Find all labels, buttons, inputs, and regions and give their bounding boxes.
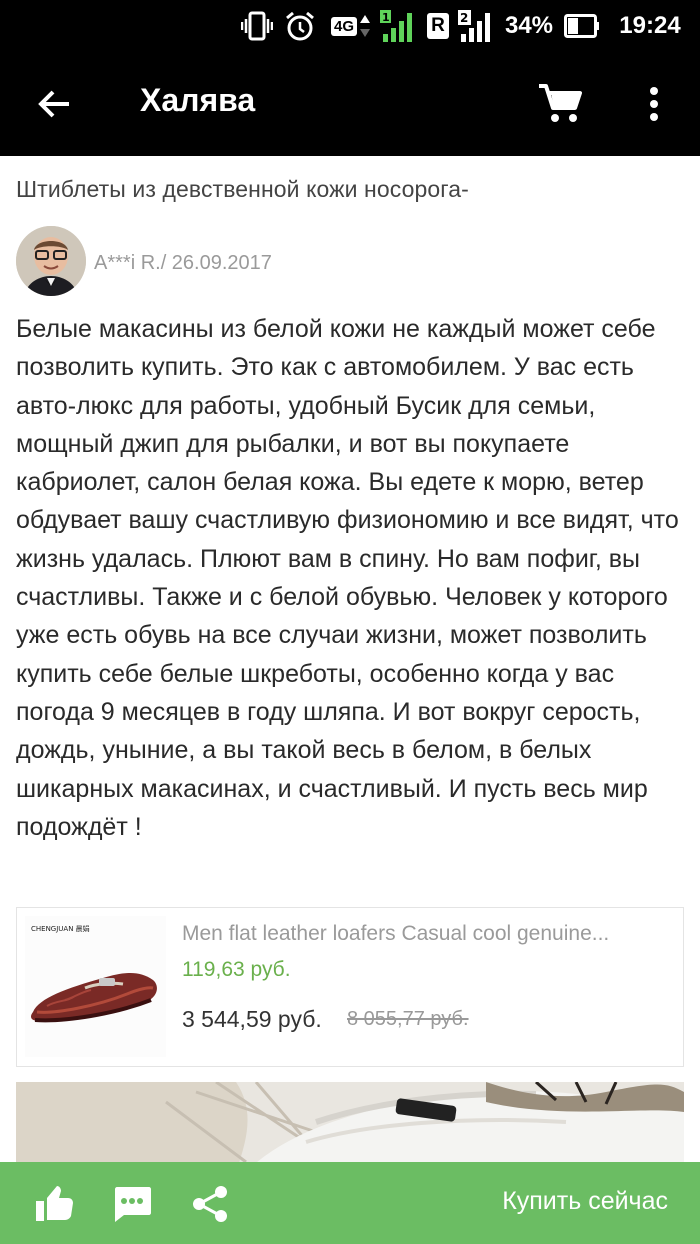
more-options-button[interactable] [636,78,672,130]
arrow-left-icon [38,90,69,118]
product-thumbnail: CHENGJUAN 晨娟 [25,916,166,1057]
svg-text:2: 2 [460,11,468,25]
signal-sim1-icon: 1 [378,0,414,52]
product-card[interactable]: CHENGJUAN 晨娟 Men flat leather loafers Ca… [16,907,684,1067]
product-old-price: 8 055,77 руб. [347,1008,469,1030]
status-bar: 4G 1 R 2 34% 19:24 [0,0,700,52]
loafer-image: CHENGJUAN 晨娟 [25,916,166,1057]
app-bar: Халява [0,52,700,156]
shopping-cart-icon [539,84,582,122]
comment-button[interactable] [108,1180,156,1228]
share-icon [193,1186,227,1222]
clock: 19:24 [619,12,681,39]
avatar[interactable] [16,226,86,296]
like-button[interactable] [30,1180,78,1228]
network-4g-label: 4G [330,16,357,36]
more-vert-icon [650,87,658,121]
thumbs-up-icon [36,1186,73,1221]
roaming-indicator: R [424,0,452,52]
review-author-date: A***i R./ 26.09.2017 [94,252,272,274]
brand-mark: CHENGJUAN 晨娟 [31,924,90,933]
avatar-photo [16,226,86,296]
alarm-icon [283,0,317,52]
product-shipping-price: 119,63 руб. [182,958,291,981]
review-photo[interactable] [16,1082,684,1172]
battery-percent: 34% [504,12,554,39]
product-price: 3 544,59 руб. [182,1006,322,1032]
buy-now-button[interactable]: Купить сейчас [502,1187,668,1216]
comment-icon [115,1187,151,1222]
signal-sim2-icon: 2 [456,0,494,52]
review-text: Белые макасины из белой кожи не каждый м… [16,315,679,841]
network-indicator: 4G [327,0,375,52]
battery-icon [562,0,602,52]
review-title: Штиблеты из девственной кожи носорога- [16,176,469,202]
bottom-action-bar: Купить сейчас [0,1162,700,1244]
review-photo-image [16,1082,684,1172]
share-button[interactable] [186,1180,234,1228]
svg-text:1: 1 [382,11,390,24]
back-button[interactable] [28,78,80,130]
cart-button[interactable] [532,76,588,132]
vibrate-icon [240,0,274,52]
page-title: Халява [140,82,256,118]
roaming-label: R [427,13,449,39]
product-name[interactable]: Men flat leather loafers Casual cool gen… [182,922,672,946]
